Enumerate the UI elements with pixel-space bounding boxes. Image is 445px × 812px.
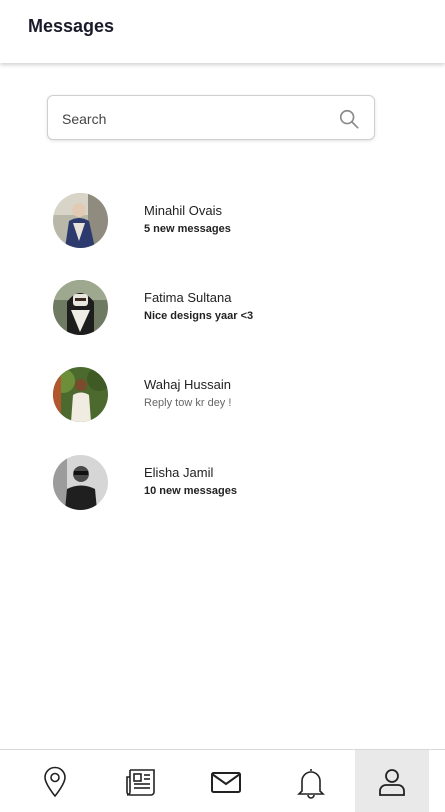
tab-map[interactable]: [18, 750, 92, 812]
contact-name: Minahil Ovais: [144, 203, 223, 218]
avatar: [53, 193, 108, 248]
avatar: [53, 455, 108, 510]
message-preview: Reply tow kr dey !: [144, 397, 232, 409]
tab-messages[interactable]: [189, 750, 263, 812]
conversation-item[interactable]: Minahil Ovais 5 new messages: [53, 193, 383, 249]
search-icon[interactable]: [338, 108, 360, 130]
avatar: [53, 367, 108, 422]
mail-icon: [211, 771, 241, 793]
contact-name: Elisha Jamil: [144, 465, 214, 480]
conversation-item[interactable]: Wahaj Hussain Reply tow kr dey !: [53, 367, 383, 423]
page-title: Messages: [28, 16, 115, 36]
contact-name: Fatima Sultana: [144, 290, 232, 305]
newspaper-icon: [126, 768, 155, 796]
conversation-item[interactable]: Elisha Jamil 10 new messages: [53, 455, 383, 511]
conversation-item[interactable]: Fatima Sultana Nice designs yaar <3: [53, 280, 383, 336]
message-preview: Nice designs yaar <3: [144, 310, 254, 322]
bell-icon: [297, 768, 325, 799]
message-preview: 5 new messages: [144, 223, 231, 235]
app-header: Messages: [0, 0, 445, 63]
bottom-tab-bar: [0, 749, 445, 812]
tab-news[interactable]: [104, 750, 178, 812]
message-preview: 10 new messages: [144, 485, 237, 497]
profile-icon: [379, 768, 405, 796]
search-bar[interactable]: [47, 95, 375, 140]
contact-name: Wahaj Hussain: [144, 377, 231, 392]
map-pin-icon: [44, 766, 66, 797]
tab-notifications[interactable]: [274, 750, 348, 812]
avatar: [53, 280, 108, 335]
tab-profile[interactable]: [355, 750, 429, 812]
search-input[interactable]: [62, 108, 312, 130]
